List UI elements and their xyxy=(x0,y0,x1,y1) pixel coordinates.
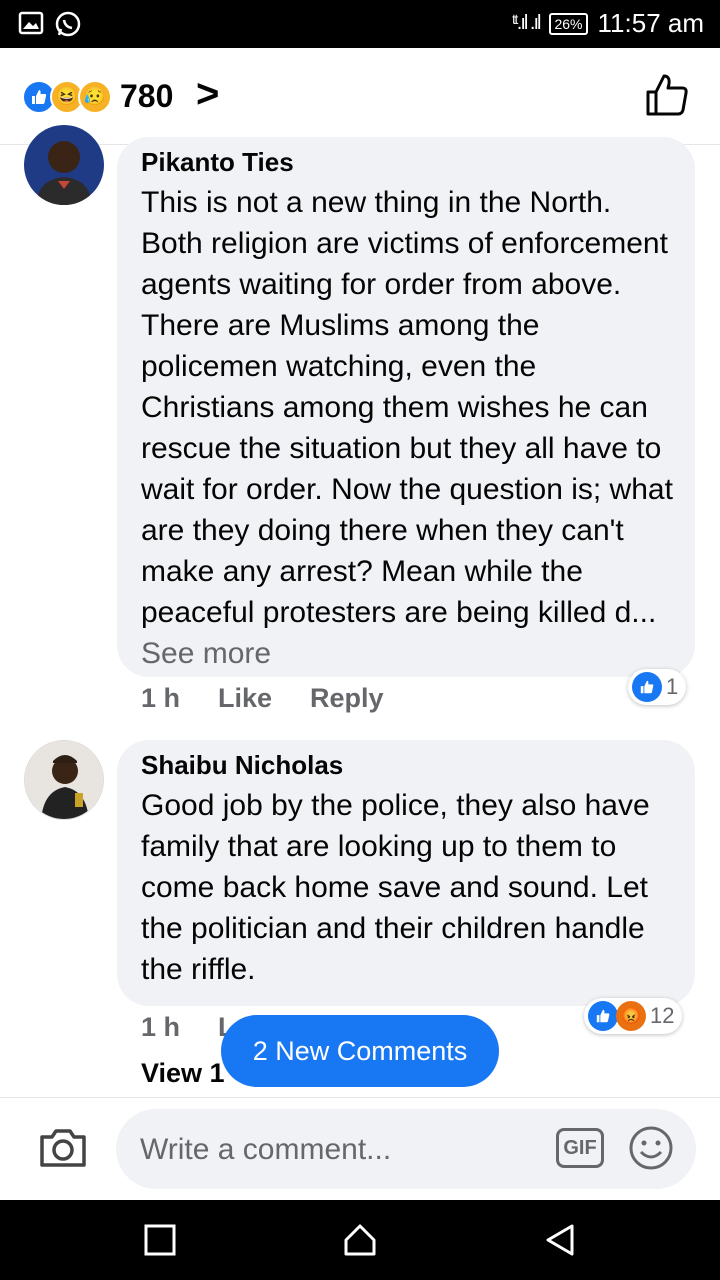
comment-composer: Write a comment... GIF xyxy=(0,1097,720,1200)
like-icon xyxy=(632,672,662,702)
reactions-summary[interactable]: 😆 😥 780 xyxy=(22,78,173,115)
comment-time: 1 h xyxy=(141,1012,181,1042)
comment-text: This is not a new thing in the North. Bo… xyxy=(141,182,673,674)
chevron-right-icon[interactable]: > xyxy=(196,72,219,117)
reply-link[interactable]: Reply xyxy=(310,683,384,714)
status-bar: ᵗᵗ.ıl .ıl 26% 11:57 am xyxy=(0,0,720,48)
view-replies-link[interactable]: View 1 xyxy=(141,1058,225,1089)
reaction-count: 780 xyxy=(120,78,174,114)
like-icon xyxy=(588,1001,618,1031)
comment-placeholder: Write a comment... xyxy=(140,1133,392,1166)
comment-author[interactable]: Pikanto Ties xyxy=(141,147,673,178)
comment-bubble: Pikanto Ties This is not a new thing in … xyxy=(117,137,695,677)
reactions-header: 😆 😥 780 > xyxy=(0,48,720,145)
comment-time: 1 h xyxy=(141,683,181,713)
new-comments-button[interactable]: 2 New Comments xyxy=(221,1015,499,1087)
like-link[interactable]: Like xyxy=(218,683,272,714)
recents-icon[interactable] xyxy=(142,1222,178,1258)
comment-actions: 1 h Like Reply xyxy=(141,683,384,714)
comment-actions: 1 h L xyxy=(141,1012,235,1043)
comment-reactions[interactable]: 😡 12 xyxy=(584,998,683,1034)
angry-icon: 😡 xyxy=(616,1001,646,1031)
like-button-icon[interactable] xyxy=(644,72,690,118)
comment-reaction-count: 1 xyxy=(666,674,679,699)
clock: 11:57 am xyxy=(597,8,704,38)
whatsapp-icon xyxy=(55,11,81,37)
signal-icon: ᵗᵗ.ıl .ıl xyxy=(512,12,542,34)
battery-indicator: 26% xyxy=(549,12,588,35)
system-nav-bar xyxy=(0,1200,720,1280)
comment-body: This is not a new thing in the North. Bo… xyxy=(141,186,673,629)
gif-button[interactable]: GIF xyxy=(556,1128,604,1168)
gallery-icon xyxy=(18,11,44,35)
comment-author[interactable]: Shaibu Nicholas xyxy=(141,750,673,781)
see-more-link[interactable]: See more xyxy=(141,637,271,670)
camera-icon[interactable] xyxy=(38,1125,88,1169)
comment-input[interactable]: Write a comment... GIF xyxy=(116,1109,696,1189)
back-icon[interactable] xyxy=(542,1222,578,1258)
avatar[interactable] xyxy=(24,740,104,820)
home-icon[interactable] xyxy=(342,1222,378,1258)
comment-reaction-count: 12 xyxy=(650,1003,675,1028)
comment-reactions[interactable]: 1 xyxy=(628,669,687,705)
emoji-icon[interactable] xyxy=(628,1125,674,1171)
comment-text: Good job by the police, they also have f… xyxy=(141,789,650,986)
sad-icon: 😥 xyxy=(78,79,112,114)
comment-bubble: Shaibu Nicholas Good job by the police, … xyxy=(117,740,695,1006)
avatar[interactable] xyxy=(24,125,104,205)
